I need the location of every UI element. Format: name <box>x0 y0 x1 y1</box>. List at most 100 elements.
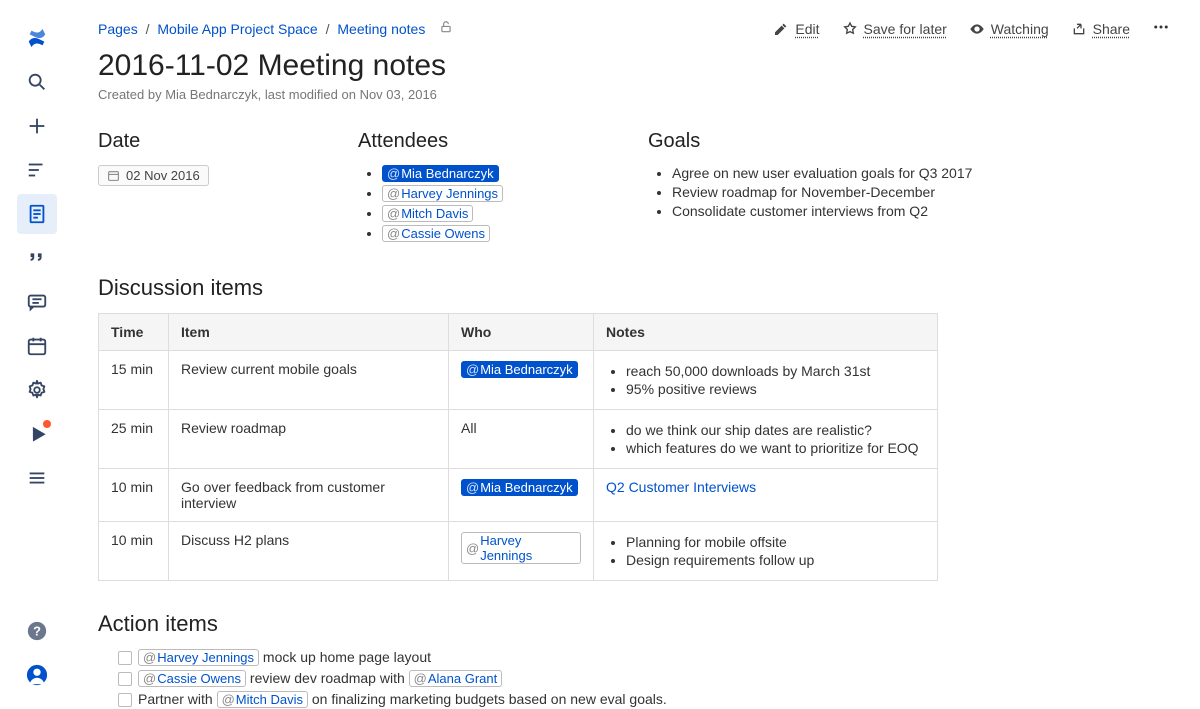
attendee-item: @Mia Bednarczyk <box>382 165 608 182</box>
heading-date: Date <box>98 130 318 153</box>
action-item: Partner with @Mitch Davis on finalizing … <box>118 691 1170 708</box>
cell-time: 15 min <box>99 351 169 410</box>
watching-label: Watching <box>991 21 1049 37</box>
col-item: Item <box>169 314 449 351</box>
more-actions-icon[interactable] <box>1152 18 1170 39</box>
table-row: 15 minReview current mobile goals @Mia Be… <box>99 351 938 410</box>
attendee-item: @Harvey Jennings <box>382 185 608 202</box>
note-bullet: reach 50,000 downloads by March 31st <box>626 363 925 379</box>
user-mention[interactable]: @Cassie Owens <box>382 225 490 242</box>
page-icon[interactable] <box>17 194 57 234</box>
discussion-table: Time Item Who Notes 15 minReview current… <box>98 313 938 581</box>
col-notes: Notes <box>594 314 938 351</box>
breadcrumb-space[interactable]: Mobile App Project Space <box>157 21 317 37</box>
note-bullet: Planning for mobile offsite <box>626 534 925 550</box>
notification-badge <box>43 420 51 428</box>
search-icon[interactable] <box>17 62 57 102</box>
cell-time: 10 min <box>99 469 169 522</box>
action-checkbox[interactable] <box>118 651 132 665</box>
profile-avatar[interactable] <box>17 655 57 695</box>
user-mention[interactable]: @Mitch Davis <box>217 691 308 708</box>
user-mention[interactable]: @Mia Bednarczyk <box>461 361 578 378</box>
heading-action: Action items <box>98 611 1170 637</box>
table-row: 25 minReview roadmapAll do we think our s… <box>99 410 938 469</box>
breadcrumb: Pages / Mobile App Project Space / Meeti… <box>98 21 425 37</box>
attendee-item: @Mitch Davis <box>382 205 608 222</box>
cell-notes: do we think our ship dates are realistic… <box>594 410 938 469</box>
cell-time: 10 min <box>99 522 169 581</box>
user-mention[interactable]: @Mia Bednarczyk <box>461 479 578 496</box>
cell-item: Go over feedback from customer interview <box>169 469 449 522</box>
user-mention[interactable]: @Harvey Jennings <box>138 649 259 666</box>
svg-text:?: ? <box>33 624 41 639</box>
heading-goals: Goals <box>648 130 1170 153</box>
notification-icon[interactable] <box>17 414 57 454</box>
page-byline: Created by Mia Bednarczyk, last modified… <box>98 87 1170 102</box>
watching-button[interactable]: Watching <box>969 21 1049 37</box>
note-bullet: do we think our ship dates are realistic… <box>626 422 925 438</box>
table-row: 10 minGo over feedback from customer int… <box>99 469 938 522</box>
table-row: 10 minDiscuss H2 plans @Harvey Jennings Pl… <box>99 522 938 581</box>
heading-discussion: Discussion items <box>98 275 1170 301</box>
edit-label: Edit <box>795 21 819 37</box>
activity-icon[interactable] <box>17 150 57 190</box>
help-icon[interactable]: ? <box>17 611 57 651</box>
note-bullet: Design requirements follow up <box>626 552 925 568</box>
action-text: Partner with @Mitch Davis on finalizing … <box>138 691 667 708</box>
cell-item: Review roadmap <box>169 410 449 469</box>
attendee-item: @Cassie Owens <box>382 225 608 242</box>
cell-item: Discuss H2 plans <box>169 522 449 581</box>
comment-icon[interactable] <box>17 282 57 322</box>
attendees-list: @Mia Bednarczyk @Harvey Jennings @Mitch Da… <box>358 165 608 242</box>
heading-attendees: Attendees <box>358 130 608 153</box>
user-mention[interactable]: @Mia Bednarczyk <box>382 165 499 182</box>
user-mention[interactable]: @Alana Grant <box>409 670 503 687</box>
menu-icon[interactable] <box>17 458 57 498</box>
share-label: Share <box>1093 21 1130 37</box>
cell-item: Review current mobile goals <box>169 351 449 410</box>
user-mention[interactable]: @Mitch Davis <box>382 205 473 222</box>
save-label: Save for later <box>864 21 947 37</box>
share-button[interactable]: Share <box>1071 21 1130 37</box>
action-item: @Cassie Owens review dev roadmap with @A… <box>118 670 1170 687</box>
global-sidebar: ? <box>0 0 74 709</box>
cell-who: @Mia Bednarczyk <box>449 469 594 522</box>
cell-who: @Harvey Jennings <box>449 522 594 581</box>
goals-list: Agree on new user evaluation goals for Q… <box>648 165 1170 219</box>
breadcrumb-root[interactable]: Pages <box>98 21 138 37</box>
cell-notes: reach 50,000 downloads by March 31st 95% … <box>594 351 938 410</box>
cell-notes: Q2 Customer Interviews <box>594 469 938 522</box>
goal-item: Agree on new user evaluation goals for Q… <box>672 165 1170 181</box>
date-value: 02 Nov 2016 <box>126 168 200 183</box>
goal-item: Consolidate customer interviews from Q2 <box>672 203 1170 219</box>
action-item: @Harvey Jennings mock up home page layou… <box>118 649 1170 666</box>
note-link[interactable]: Q2 Customer Interviews <box>606 479 756 495</box>
note-bullet: 95% positive reviews <box>626 381 925 397</box>
action-checkbox[interactable] <box>118 672 132 686</box>
cell-who: @Mia Bednarczyk <box>449 351 594 410</box>
breadcrumb-page[interactable]: Meeting notes <box>337 21 425 37</box>
unlock-icon[interactable] <box>439 20 453 37</box>
action-checkbox[interactable] <box>118 693 132 707</box>
page-title: 2016-11-02 Meeting notes <box>98 49 1170 83</box>
action-text: @Cassie Owens review dev roadmap with @A… <box>138 670 502 687</box>
cell-time: 25 min <box>99 410 169 469</box>
action-text: @Harvey Jennings mock up home page layou… <box>138 649 431 666</box>
user-mention[interactable]: @Cassie Owens <box>138 670 246 687</box>
create-icon[interactable] <box>17 106 57 146</box>
user-mention[interactable]: @Harvey Jennings <box>382 185 503 202</box>
edit-button[interactable]: Edit <box>773 21 819 37</box>
calendar-small-icon <box>107 169 120 182</box>
save-for-later-button[interactable]: Save for later <box>842 21 947 37</box>
main-content: Pages / Mobile App Project Space / Meeti… <box>74 0 1200 709</box>
quote-icon[interactable] <box>17 238 57 278</box>
date-chip[interactable]: 02 Nov 2016 <box>98 165 209 186</box>
confluence-logo-icon[interactable] <box>17 18 57 58</box>
settings-icon[interactable] <box>17 370 57 410</box>
col-time: Time <box>99 314 169 351</box>
cell-who: All <box>449 410 594 469</box>
note-bullet: which features do we want to prioritize … <box>626 440 925 456</box>
topbar: Pages / Mobile App Project Space / Meeti… <box>98 18 1170 39</box>
calendar-icon[interactable] <box>17 326 57 366</box>
user-mention[interactable]: @Harvey Jennings <box>461 532 581 564</box>
